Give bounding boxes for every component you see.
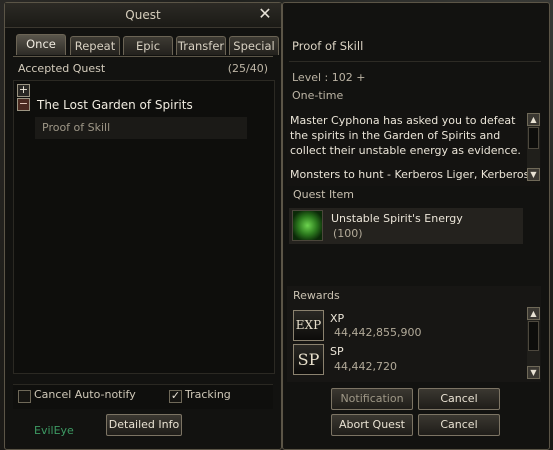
quest-description: Master Cyphona has asked you to defeat t… [290,114,521,157]
quest-item-name: Unstable Spirit's Energy [331,212,463,225]
abort-quest-button[interactable]: Abort Quest [331,414,413,436]
reward-sp-label: SP [330,345,344,358]
quest-detail-window: Proof of Skill Level : 102 + One-time Ma… [282,2,550,450]
reward-xp-value: 44,442,855,900 [334,326,422,339]
close-icon[interactable]: ✕ [257,6,273,22]
description-scrollbar[interactable]: ▲ ▼ [527,113,540,181]
tab-once[interactable]: Once [16,34,66,55]
scroll-down-icon[interactable]: ▼ [527,366,540,379]
quest-group-title[interactable]: The Lost Garden of Spirits [37,98,193,112]
reward-xp-label: XP [330,312,345,325]
accepted-quest-label: Accepted Quest [18,62,106,75]
monsters-to-hunt: Monsters to hunt - Kerberos Liger, Kerbe… [290,168,530,181]
divider [289,61,541,62]
scroll-thumb[interactable] [528,321,539,351]
cancel-button[interactable]: Cancel [418,414,500,436]
detailed-info-button[interactable]: Detailed Info [106,414,182,436]
tab-special[interactable]: Special [229,36,279,55]
quest-list-item[interactable]: Proof of Skill [35,117,247,139]
scroll-up-icon[interactable]: ▲ [527,113,540,126]
rewards-label: Rewards [293,289,340,302]
sp-icon: SP [293,344,324,375]
tab-epic[interactable]: Epic [123,36,173,55]
tracking-label: Tracking [185,388,231,401]
quest-frequency: One-time [292,89,344,102]
gem-icon [292,210,323,241]
collapse-icon[interactable]: − [17,98,30,111]
quest-item-label: Quest Item [293,188,354,201]
tracking-checkbox[interactable]: ✓ [169,390,182,403]
quest-item-quantity: (100) [333,227,363,240]
tab-transfer[interactable]: Transfer [176,36,226,55]
quest-window-title: Quest [5,3,281,28]
exp-icon: EXP [293,310,324,341]
character-name: EvilEye [34,424,74,437]
expand-all-icon[interactable]: + [17,84,30,97]
notification-button[interactable]: Notification [331,388,413,410]
scroll-thumb[interactable] [528,127,539,149]
accepted-quest-count: (25/40) [227,62,268,75]
tab-divider [13,56,273,57]
reward-sp-value: 44,442,720 [334,360,397,373]
scroll-up-icon[interactable]: ▲ [527,307,540,320]
cancel-autonotify-label: Cancel Auto-notify [34,388,136,401]
quest-description-panel: Master Cyphona has asked you to defeat t… [287,110,541,186]
scroll-down-icon[interactable]: ▼ [527,168,540,181]
accepted-quest-header: Accepted Quest (25/40) [18,62,268,75]
tab-repeat[interactable]: Repeat [70,36,120,55]
quest-level: Level : 102 + [292,71,366,84]
rewards-scrollbar[interactable]: ▲ ▼ [527,307,540,379]
quest-item-row[interactable]: Unstable Spirit's Energy (100) [289,208,523,244]
cancel-autonotify-checkbox[interactable] [18,390,31,403]
rewards-panel: Rewards EXP XP 44,442,855,900 SP SP 44,4… [287,286,541,382]
quest-title: Proof of Skill [292,39,364,53]
cancel-button[interactable]: Cancel [418,388,500,410]
quest-window: Quest ✕ Once Repeat Epic Transfer Specia… [4,2,282,450]
